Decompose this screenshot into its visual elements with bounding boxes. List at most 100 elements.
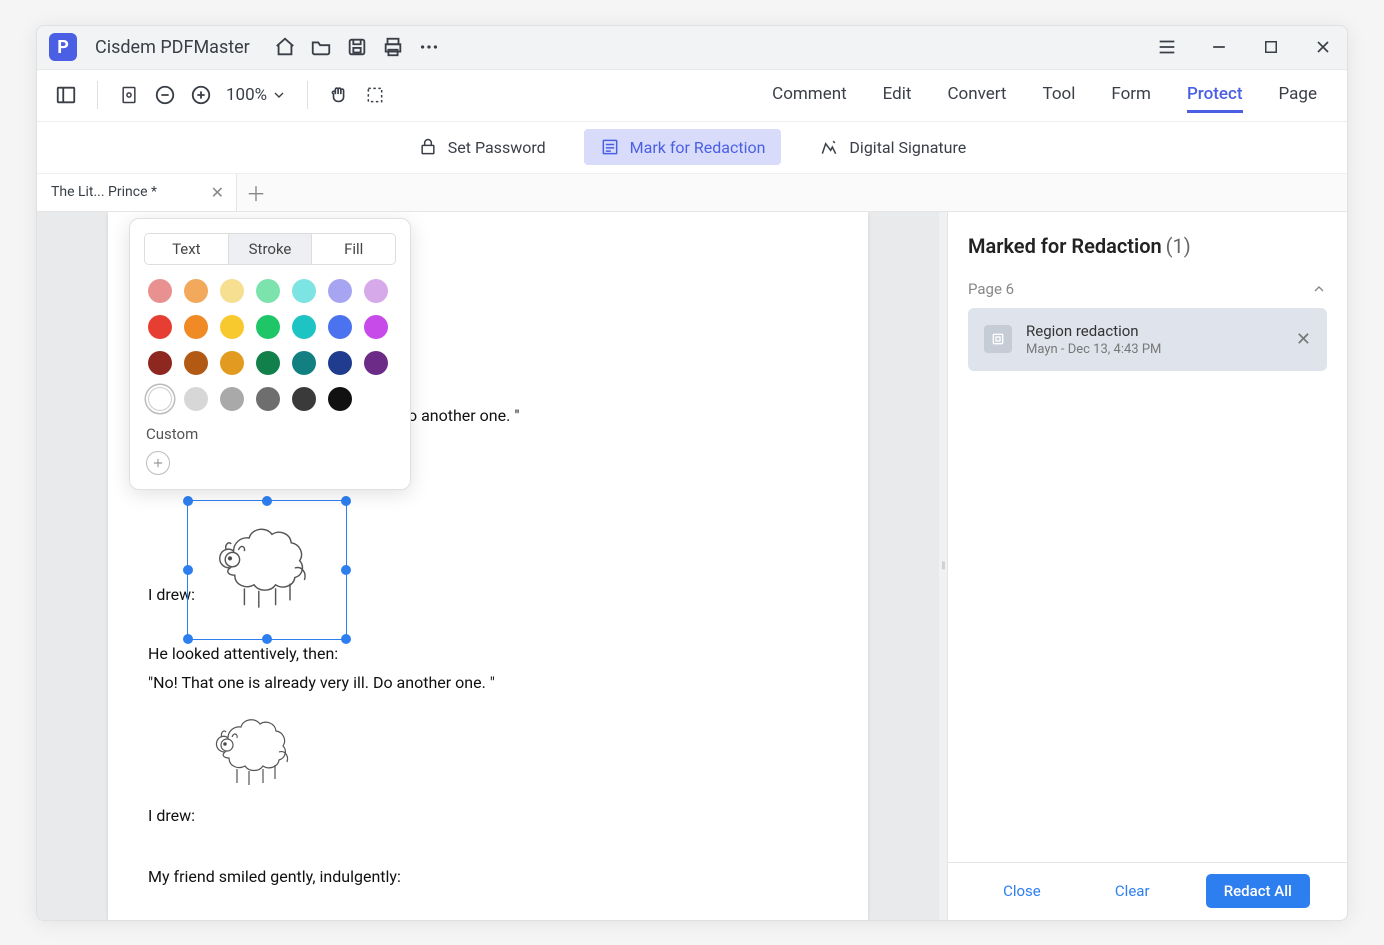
color-tab-fill[interactable]: Fill [311,234,395,264]
color-swatch[interactable] [364,315,388,339]
close-window-button[interactable] [1311,35,1335,59]
minimize-button[interactable] [1207,35,1231,59]
color-swatch[interactable] [328,315,352,339]
separator [307,81,308,109]
tab-protect[interactable]: Protect [1187,78,1243,113]
main-toolbar: 100% Comment Edit Convert Tool Form Prot… [37,70,1347,122]
digital-signature-button[interactable]: Digital Signature [803,129,982,165]
color-swatch[interactable] [148,387,172,411]
text-line: "No! That one is already very ill. Do an… [148,673,828,692]
color-swatch[interactable] [364,351,388,375]
app-logo: P [49,33,77,61]
document-tab-bar: The Lit... Prince * ✕ ＋ [37,174,1347,212]
color-tab-text[interactable]: Text [145,234,228,264]
add-tab-button[interactable]: ＋ [237,174,275,211]
color-swatch[interactable] [184,351,208,375]
color-swatch[interactable] [292,315,316,339]
color-swatch[interactable] [256,279,280,303]
home-icon[interactable] [274,36,296,58]
tab-page[interactable]: Page [1279,78,1317,113]
document-viewport[interactable]: o another one. " I drew: He looked atten… [37,212,939,920]
color-picker-popup: Text Stroke Fill Custom [129,218,411,490]
tab-comment[interactable]: Comment [772,78,847,113]
page-settings-icon[interactable] [118,84,140,106]
document-tab-label: The Lit... Prince * [51,184,157,200]
sub-btn-label: Set Password [448,138,546,157]
panel-title: Marked for Redaction [968,234,1162,258]
color-swatch[interactable] [364,279,388,303]
save-icon[interactable] [346,36,368,58]
close-button[interactable]: Close [985,874,1059,908]
panel-count: (1) [1166,234,1191,258]
color-swatch[interactable] [328,387,352,411]
redact-all-button[interactable]: Redact All [1206,874,1310,908]
content-row: o another one. " I drew: He looked atten… [37,212,1347,920]
color-swatch[interactable] [256,387,280,411]
open-folder-icon[interactable] [310,36,332,58]
tab-form[interactable]: Form [1111,78,1151,113]
chevron-down-icon [271,87,287,103]
maximize-button[interactable] [1259,35,1283,59]
zoom-in-icon[interactable] [190,84,212,106]
resize-handle[interactable] [183,496,193,506]
pan-hand-icon[interactable] [328,84,350,106]
tab-edit[interactable]: Edit [883,78,912,113]
mark-redaction-button[interactable]: Mark for Redaction [584,129,782,165]
region-icon [984,325,1012,353]
color-swatch[interactable] [220,351,244,375]
resize-handle[interactable] [262,496,272,506]
print-icon[interactable] [382,36,404,58]
color-swatch[interactable] [184,387,208,411]
clear-button[interactable]: Clear [1097,874,1168,908]
redaction-info: Region redaction Mayn - Dec 13, 4:43 PM [1026,322,1282,357]
menu-icon[interactable] [1155,35,1179,59]
more-icon[interactable] [418,36,440,58]
resize-handle[interactable] [341,496,351,506]
panel-resize-gutter[interactable] [939,212,947,920]
custom-color-label: Custom [146,425,396,443]
color-swatch[interactable] [328,351,352,375]
resize-handle[interactable] [341,634,351,644]
zoom-level[interactable]: 100% [226,85,287,105]
color-swatch[interactable] [184,279,208,303]
color-swatch[interactable] [148,315,172,339]
marquee-select-icon[interactable] [364,84,386,106]
panel-heading: Marked for Redaction (1) [968,234,1327,258]
color-tab-stroke[interactable]: Stroke [228,234,312,264]
color-swatch[interactable] [184,315,208,339]
app-window: P Cisdem PDFMaster [36,25,1348,921]
delete-redaction-icon[interactable]: ✕ [1296,329,1311,350]
chevron-up-icon [1311,281,1327,297]
zoom-out-icon[interactable] [154,84,176,106]
resize-handle[interactable] [262,634,272,644]
resize-handle[interactable] [183,634,193,644]
sidebar-toggle-icon[interactable] [55,84,77,106]
color-swatch[interactable] [256,351,280,375]
text-line: My friend smiled gently, indulgently: [148,867,828,886]
color-swatch[interactable] [292,387,316,411]
color-swatch[interactable] [220,315,244,339]
redact-icon [600,137,620,157]
set-password-button[interactable]: Set Password [402,129,562,165]
color-swatch[interactable] [148,279,172,303]
color-swatch[interactable] [148,351,172,375]
resize-handle[interactable] [341,565,351,575]
tab-convert[interactable]: Convert [947,78,1006,113]
separator [97,81,98,109]
add-custom-color-button[interactable] [146,451,170,475]
text-line: I drew: [148,806,828,825]
color-swatch[interactable] [220,279,244,303]
redaction-selection[interactable] [187,500,347,640]
color-swatch[interactable] [256,315,280,339]
redaction-item[interactable]: Region redaction Mayn - Dec 13, 4:43 PM … [968,308,1327,371]
page-group-header[interactable]: Page 6 [968,280,1327,298]
color-swatch[interactable] [220,387,244,411]
close-tab-icon[interactable]: ✕ [211,183,224,202]
panel-footer: Close Clear Redact All [948,862,1347,920]
resize-handle[interactable] [183,565,193,575]
document-tab[interactable]: The Lit... Prince * ✕ [37,174,237,211]
color-swatch[interactable] [328,279,352,303]
tab-tool[interactable]: Tool [1043,78,1076,113]
color-swatch[interactable] [292,351,316,375]
color-swatch[interactable] [292,279,316,303]
